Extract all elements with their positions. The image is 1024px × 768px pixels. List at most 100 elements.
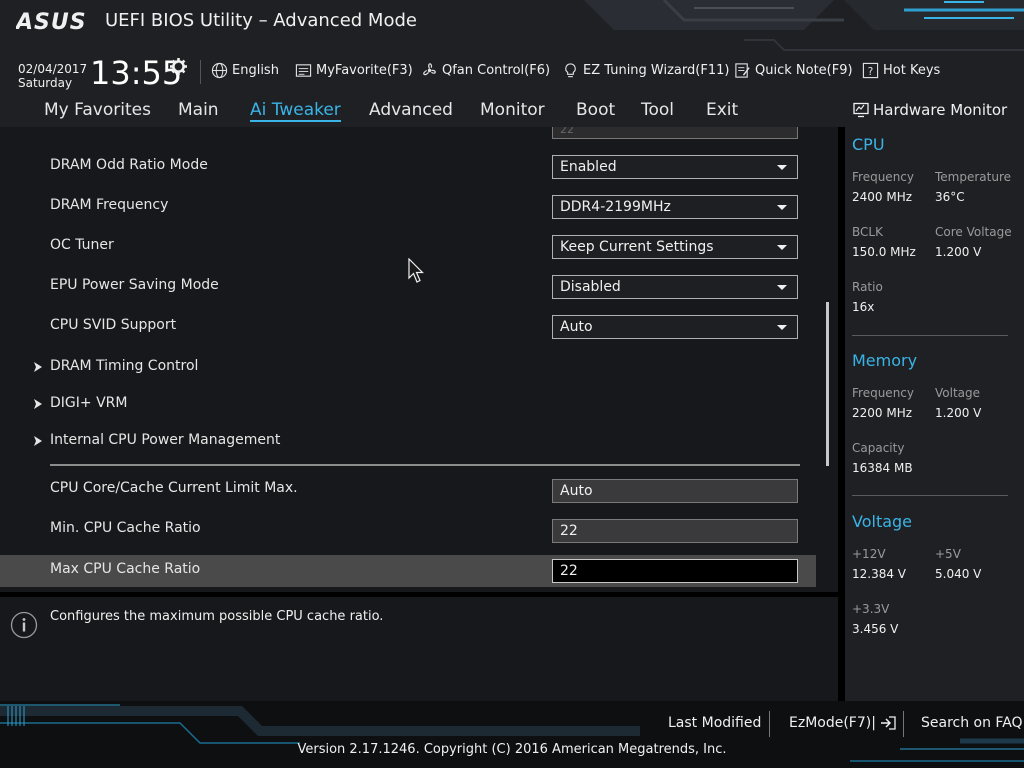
tab-advanced[interactable]: Advanced — [369, 100, 453, 120]
submenu-dram-timing-control[interactable]: DRAM Timing Control — [0, 352, 816, 384]
submenu-internal-cpu-power-management[interactable]: Internal CPU Power Management — [0, 426, 816, 458]
max-cpu-cache-ratio-field[interactable]: 22 — [552, 559, 798, 583]
hw-divider — [852, 495, 1008, 496]
setting-label: EPU Power Saving Mode — [50, 277, 219, 293]
help-icon: ? — [862, 62, 879, 79]
submenu-digi-vrm[interactable]: DIGI+ VRM — [0, 389, 816, 421]
hot-keys-label: Hot Keys — [883, 63, 941, 78]
help-text: Configures the maximum possible CPU cach… — [50, 609, 384, 624]
dropdown-value: DDR4-2199MHz — [560, 199, 671, 215]
mouse-cursor-icon — [408, 258, 424, 283]
oc-tuner-dropdown[interactable]: Keep Current Settings — [552, 235, 798, 259]
chevron-down-icon — [777, 285, 787, 290]
memory-capacity-label: Capacity — [852, 441, 905, 455]
setting-label: CPU Core/Cache Current Limit Max. — [50, 480, 298, 496]
chevron-down-icon — [777, 245, 787, 250]
quick-note-label: Quick Note(F9) — [755, 63, 853, 78]
tab-exit[interactable]: Exit — [706, 100, 738, 120]
hardware-monitor-panel: Hardware Monitor CPU Frequency 2400 MHz … — [845, 95, 1024, 701]
footer-divider — [769, 711, 770, 737]
dropdown-value: Keep Current Settings — [560, 239, 714, 255]
setting-label: OC Tuner — [50, 237, 114, 253]
footer-divider — [903, 711, 904, 737]
memory-voltage-value: 1.200 V — [935, 406, 982, 420]
cpu-svid-support-dropdown[interactable]: Auto — [552, 315, 798, 339]
tab-tool[interactable]: Tool — [641, 100, 674, 120]
hot-keys-button[interactable]: ? Hot Keys — [862, 62, 940, 79]
dropdown-value: Enabled — [560, 159, 617, 175]
svg-text:?: ? — [868, 66, 874, 78]
quick-note-button[interactable]: Quick Note(F9) — [734, 62, 853, 79]
submenu-label: DRAM Timing Control — [50, 358, 199, 374]
core-voltage-label: Core Voltage — [935, 225, 1012, 239]
submenu-label: Internal CPU Power Management — [50, 432, 281, 448]
last-modified-button[interactable]: Last Modified — [668, 715, 761, 731]
language-label: English — [232, 63, 279, 78]
min-cpu-cache-ratio-field[interactable]: 22 — [552, 519, 798, 543]
v12-value: 12.384 V — [852, 567, 907, 581]
setting-row-dram-frequency[interactable]: DRAM Frequency DDR4-2199MHz — [0, 191, 816, 223]
ratio-value: 16x — [852, 300, 875, 314]
v33-label: +3.3V — [852, 602, 890, 616]
search-faq-button[interactable]: Search on FAQ — [921, 715, 1023, 731]
footer-bar: Last Modified EzMode(F7)| Search on FAQ … — [0, 701, 1024, 768]
ez-tuning-wizard-button[interactable]: EZ Tuning Wizard(F11) — [562, 62, 729, 79]
chevron-right-icon — [34, 436, 42, 446]
setting-row-cpu-svid-support[interactable]: CPU SVID Support Auto — [0, 311, 816, 343]
dropdown-value: Auto — [560, 319, 593, 335]
clock-display: 13:55 — [90, 54, 183, 92]
ratio-label: Ratio — [852, 280, 883, 294]
search-faq-label: Search on FAQ — [921, 715, 1023, 731]
cpu-core-cache-current-limit-field[interactable]: Auto — [552, 479, 798, 503]
setting-row-dram-odd-ratio-mode[interactable]: DRAM Odd Ratio Mode Enabled — [0, 151, 816, 183]
language-button[interactable]: English — [211, 62, 279, 79]
tab-boot[interactable]: Boot — [576, 100, 615, 120]
memory-frequency-value: 2200 MHz — [852, 406, 913, 420]
cpu-temperature-value: 36°C — [935, 190, 965, 204]
cpu-frequency-label: Frequency — [852, 170, 914, 184]
svg-text:ASUS: ASUS — [16, 10, 87, 34]
header-bar: ASUS UEFI BIOS Utility – Advanced Mode 0… — [0, 0, 1024, 95]
epu-power-saving-mode-dropdown[interactable]: Disabled — [552, 275, 798, 299]
ezmode-label: EzMode(F7)| — [789, 715, 876, 731]
v12-label: +12V — [852, 547, 886, 561]
voltage-heading: Voltage — [852, 512, 913, 531]
memory-voltage-label: Voltage — [935, 386, 981, 400]
app-title: UEFI BIOS Utility – Advanced Mode — [105, 10, 417, 31]
chevron-right-icon — [34, 362, 42, 372]
setting-label: DRAM Odd Ratio Mode — [50, 157, 208, 173]
setting-row-max-cpu-cache-ratio[interactable]: Max CPU Cache Ratio 22 — [0, 555, 816, 587]
dram-frequency-dropdown[interactable]: DDR4-2199MHz — [552, 195, 798, 219]
memory-frequency-label: Frequency — [852, 386, 914, 400]
setting-label: Max CPU Cache Ratio — [50, 561, 201, 577]
globe-icon — [211, 62, 228, 79]
v33-value: 3.456 V — [852, 622, 899, 636]
date-display: 02/04/2017 — [18, 62, 88, 76]
setting-row-cpu-core-cache-current-limit[interactable]: CPU Core/Cache Current Limit Max. Auto — [0, 474, 816, 506]
copyright-text: Version 2.17.1246. Copyright (C) 2016 Am… — [297, 742, 727, 757]
gear-icon[interactable] — [170, 58, 187, 75]
partial-setting-value[interactable]: 22 — [552, 127, 798, 139]
help-panel: Configures the maximum possible CPU cach… — [0, 597, 838, 701]
v5-label: +5V — [935, 547, 961, 561]
memory-capacity-value: 16384 MB — [852, 461, 913, 475]
tab-my-favorites[interactable]: My Favorites — [44, 100, 151, 120]
scrollbar-thumb[interactable] — [826, 302, 829, 466]
chevron-down-icon — [777, 325, 787, 330]
chevron-right-icon — [34, 399, 42, 409]
tab-main[interactable]: Main — [178, 100, 219, 120]
tab-ai-tweaker[interactable]: Ai Tweaker — [250, 100, 341, 122]
dropdown-value: Disabled — [560, 279, 621, 295]
qfan-control-button[interactable]: Qfan Control(F6) — [421, 62, 550, 79]
memory-heading: Memory — [852, 351, 918, 370]
setting-row-min-cpu-cache-ratio[interactable]: Min. CPU Cache Ratio 22 — [0, 514, 816, 546]
cpu-temperature-label: Temperature — [935, 170, 1012, 184]
tab-monitor[interactable]: Monitor — [480, 100, 545, 120]
myfavorite-button[interactable]: MyFavorite(F3) — [295, 62, 413, 79]
lightbulb-icon — [565, 63, 576, 78]
dram-odd-ratio-mode-dropdown[interactable]: Enabled — [552, 155, 798, 179]
cpu-heading: CPU — [852, 135, 885, 154]
ezmode-button[interactable]: EzMode(F7)| — [789, 715, 896, 731]
fan-icon — [423, 63, 436, 76]
asus-logo: ASUS — [16, 10, 87, 34]
